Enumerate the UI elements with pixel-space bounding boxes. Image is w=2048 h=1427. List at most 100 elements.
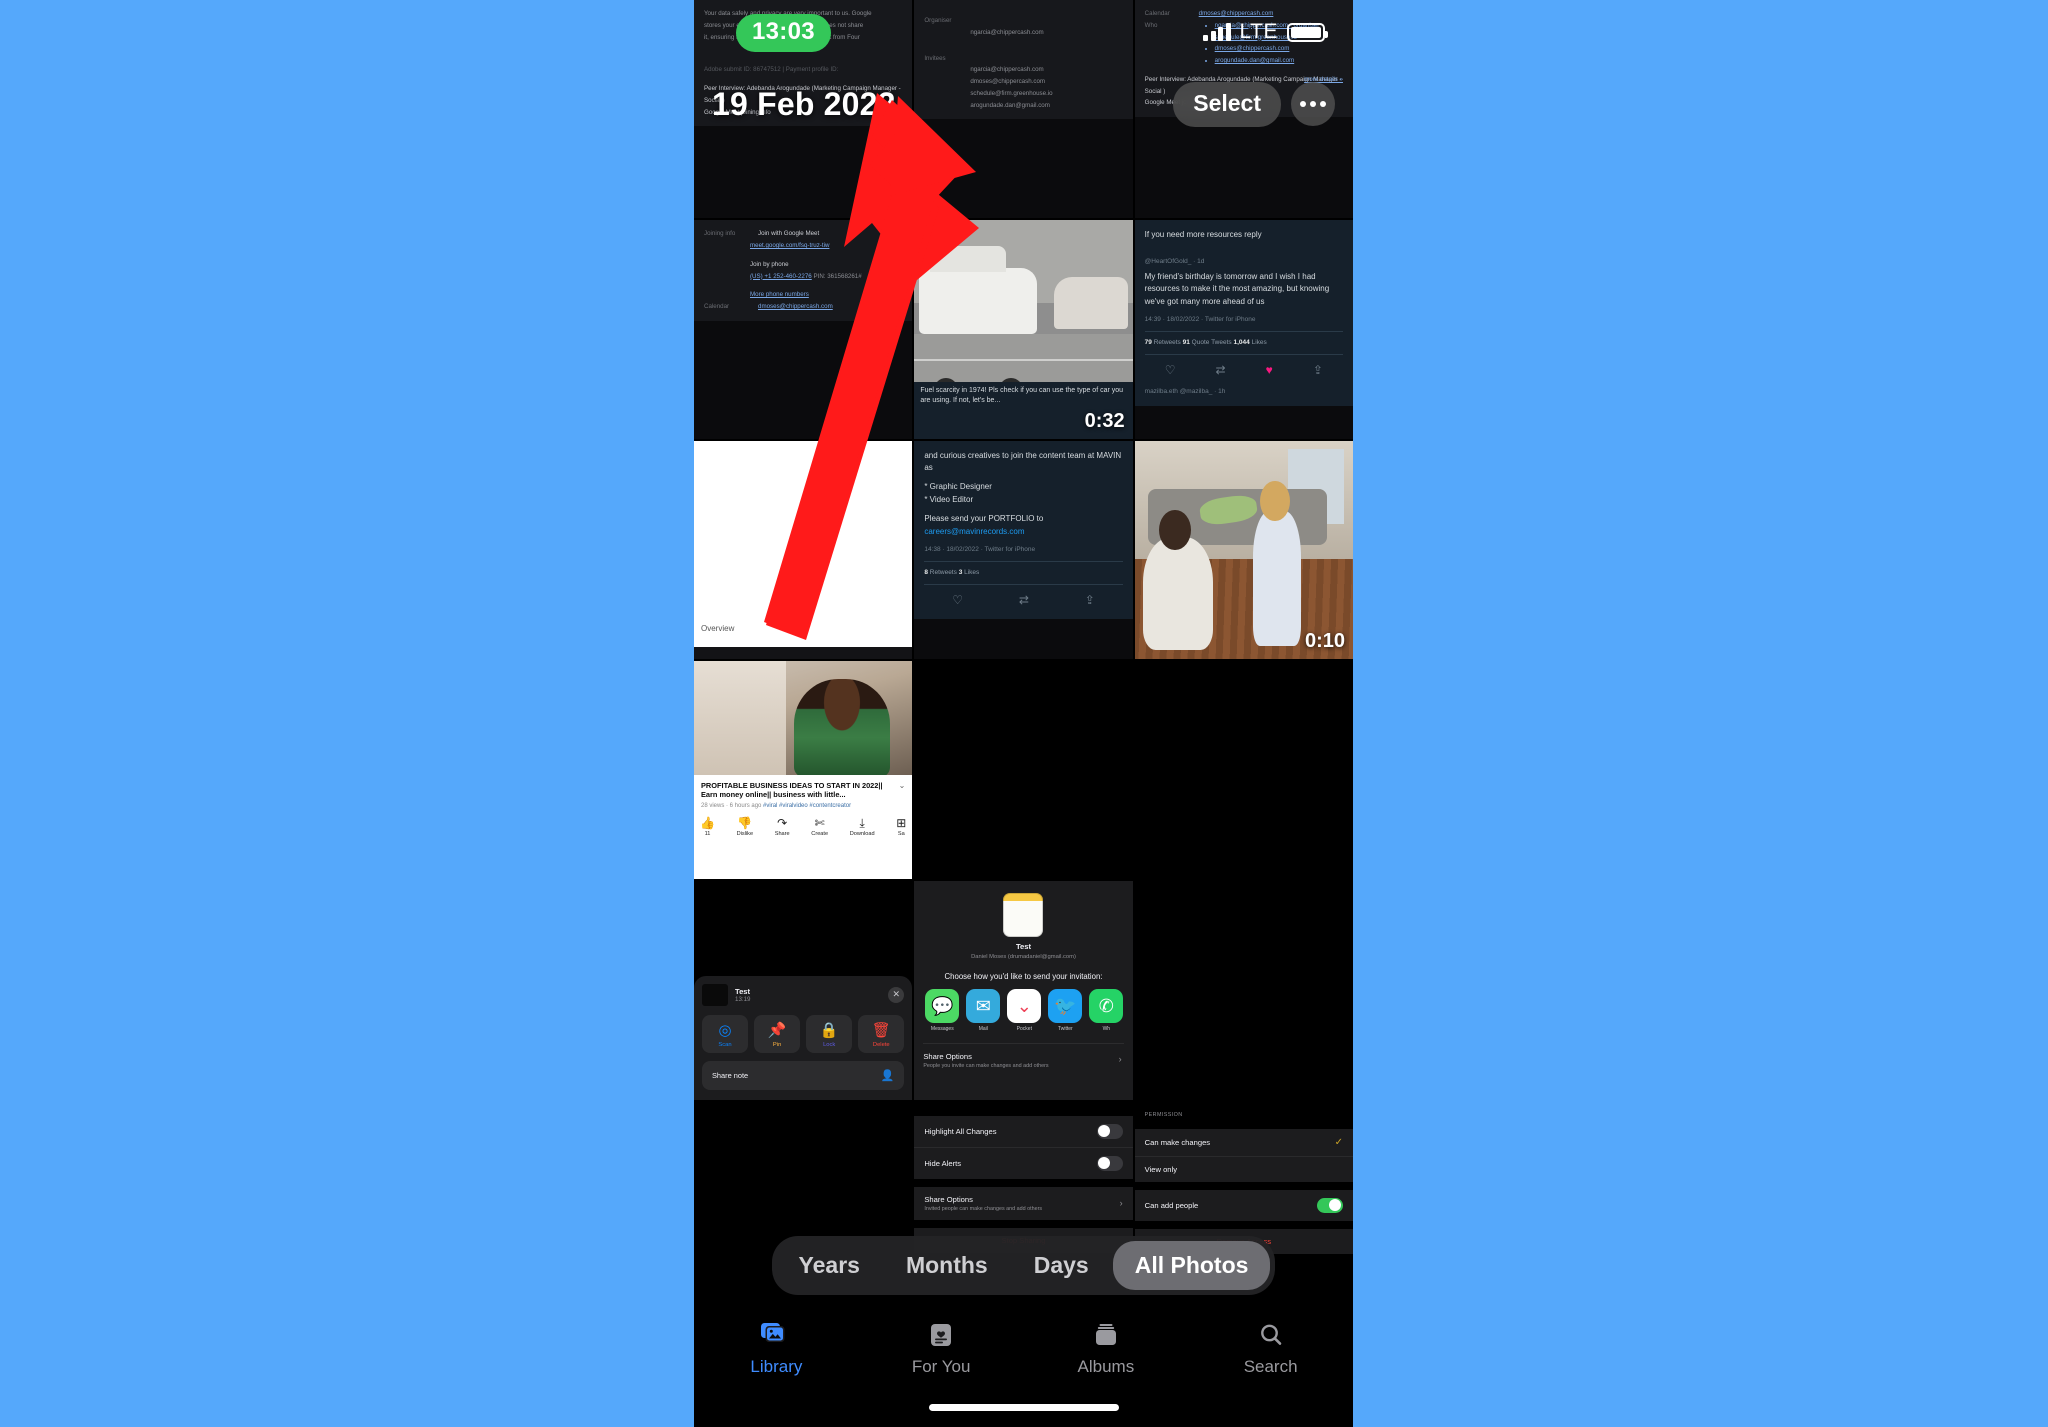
photo-tile[interactable]: Test 13:19 ✕ ◎ Scan 📌 Pin 🔒 Lock 🗑 Delete: [694, 881, 913, 1100]
share-note-row[interactable]: Share note 👤: [702, 1060, 905, 1090]
note-time: 13:19: [735, 995, 751, 1003]
video-meta: 28 views · 6 hours ago: [701, 803, 762, 810]
pin-action[interactable]: 📌 Pin: [754, 1014, 801, 1053]
photo-tile-video[interactable]: 0:10: [1134, 440, 1353, 659]
checkmark-icon: ✓: [1334, 1136, 1343, 1148]
share-target-whatsapp[interactable]: ✆ Wh: [1089, 989, 1124, 1032]
messages-icon: 💬: [925, 989, 960, 1024]
share-target-pocket[interactable]: ⌄ Pocket: [1007, 989, 1042, 1033]
tile-text: Google Meet joining info: [704, 108, 771, 116]
photo-tile[interactable]: If you need more resources reply @HeartO…: [1134, 220, 1353, 439]
share-options-row[interactable]: Share Options People you invite can make…: [923, 1043, 1124, 1069]
segment-days[interactable]: Days: [1012, 1241, 1111, 1290]
share-target-mail[interactable]: ✉ Mail: [966, 989, 1001, 1033]
app-label: Mail: [978, 1026, 988, 1033]
permission-row[interactable]: View only: [1135, 1157, 1353, 1182]
share-target-messages[interactable]: 💬 Messages: [925, 989, 960, 1032]
note-title: Test: [1015, 942, 1032, 952]
action-label: Delete: [872, 1041, 890, 1048]
tile-text: PIN: 361568261#: [813, 272, 862, 280]
photo-tile[interactable]: ⌄ PROFITABLE BUSINESS IDEAS TO START IN …: [694, 660, 913, 880]
photo-tile-empty[interactable]: [1134, 660, 1353, 880]
tile-text: it, ensuring that your events are find i…: [704, 33, 860, 41]
retweet-icon: ⇄: [1018, 593, 1029, 608]
setting-row[interactable]: Hide Alerts: [914, 1148, 1132, 1179]
create-icon: ✄: [814, 816, 825, 831]
tile-text: 14:38 · 18/02/2022 · Twitter for iPhone: [924, 546, 1036, 553]
dislike-button[interactable]: 👎 Dislike: [737, 817, 753, 837]
scan-action[interactable]: ◎ Scan: [702, 1014, 749, 1053]
tile-text: and curious creatives to join the conten…: [924, 450, 1122, 473]
select-button[interactable]: Select: [1173, 81, 1281, 127]
tab-for-you[interactable]: For You: [859, 1321, 1024, 1377]
toggle-switch[interactable]: [1096, 1155, 1123, 1171]
photo-tile[interactable]: Test Daniel Moses (drumadaniel@gmail.com…: [914, 881, 1133, 1100]
ellipsis-icon[interactable]: [1291, 82, 1335, 126]
stat-label: Quote Tweets: [1191, 339, 1232, 347]
albums-stack-icon: [1092, 1321, 1120, 1349]
tab-label: Search: [1243, 1357, 1298, 1376]
share-target-twitter[interactable]: 🐦 Twitter: [1048, 989, 1083, 1032]
tile-text: stores your event information securely a…: [704, 21, 864, 29]
share-icon: ⇪: [1084, 593, 1095, 608]
photo-tile[interactable]: Overview: [694, 440, 913, 659]
video-thumbnail: [694, 660, 913, 775]
timeline-scope-control[interactable]: Years Months Days All Photos: [694, 1236, 1353, 1295]
tab-search[interactable]: Search: [1188, 1321, 1353, 1377]
save-button[interactable]: ⊞ Sa: [896, 817, 906, 837]
stat-value: 1,044: [1233, 339, 1250, 347]
lock-icon: 🔒: [819, 1021, 839, 1039]
tab-label: Library: [750, 1357, 803, 1376]
row-label: Share note: [712, 1070, 749, 1080]
photo-tile[interactable]: Organiser ngarcia@chippercash.com Invite…: [914, 0, 1133, 219]
create-button[interactable]: ✄ Create: [811, 817, 828, 837]
toggle-switch[interactable]: [1096, 1123, 1123, 1139]
delete-action[interactable]: 🗑 Delete: [858, 1014, 905, 1053]
stat-value: 8: [924, 569, 928, 577]
row-label: Can make changes: [1144, 1137, 1211, 1147]
download-button[interactable]: ⤓ Download: [850, 817, 875, 837]
lock-action[interactable]: 🔒 Lock: [806, 1014, 853, 1053]
action-label: Share: [774, 831, 790, 838]
segment-months[interactable]: Months: [884, 1241, 1010, 1290]
tile-text: arogundade.dan@gmail.com: [970, 101, 1050, 109]
tile-text: Who: [1144, 21, 1158, 29]
photo-tile-video[interactable]: Fuel scarcity in 1974! Pls check if you …: [914, 220, 1133, 439]
app-label: Pocket: [1016, 1026, 1032, 1033]
tab-albums[interactable]: Albums: [1024, 1321, 1189, 1377]
row-label: Share Options: [924, 1194, 973, 1204]
action-label: Dislike: [736, 831, 754, 838]
tile-text: 14:39 · 18/02/2022 · Twitter for iPhone: [1144, 315, 1256, 323]
tile-link: More phone numbers: [750, 291, 809, 299]
photo-tile-empty[interactable]: [914, 660, 1133, 880]
tile-text: * Video Editor: [924, 494, 974, 504]
chevron-right-icon: ›: [1118, 1054, 1122, 1065]
photo-tile[interactable]: and curious creatives to join the conten…: [914, 440, 1133, 659]
close-icon[interactable]: ✕: [888, 986, 905, 1003]
stat-value: 3: [958, 569, 963, 577]
action-label: Lock: [823, 1041, 836, 1048]
toggle-switch[interactable]: [1316, 1197, 1343, 1213]
tile-link: dmoses@chippercash.com: [758, 303, 833, 311]
can-add-people-row[interactable]: Can add people: [1135, 1190, 1353, 1221]
action-label: Scan: [718, 1041, 732, 1048]
stat-label: Retweets: [929, 569, 957, 577]
segment-years[interactable]: Years: [777, 1241, 882, 1290]
photo-tile[interactable]: Joining info Join with Google Meet meet.g…: [694, 220, 913, 439]
share-button[interactable]: ↷ Share: [775, 817, 790, 837]
permission-row[interactable]: Can make changes ✓: [1134, 1129, 1353, 1157]
photo-grid[interactable]: Your data safely and privacy are very im…: [694, 0, 1353, 1427]
home-indicator: [928, 1404, 1119, 1411]
note-thumbnail: [702, 983, 728, 1006]
twitter-icon: 🐦: [1048, 989, 1083, 1024]
tile-text: Your data safely and privacy are very im…: [704, 10, 872, 17]
tab-library[interactable]: Library: [694, 1321, 859, 1377]
share-options-row[interactable]: Share Options Invited people can make ch…: [914, 1187, 1132, 1220]
like-button[interactable]: 👍 11: [700, 817, 715, 837]
setting-row[interactable]: Highlight All Changes: [914, 1116, 1133, 1148]
whatsapp-icon: ✆: [1089, 989, 1124, 1024]
photo-tile[interactable]: Your data safely and privacy are very im…: [694, 0, 913, 219]
segment-all-photos[interactable]: All Photos: [1112, 1241, 1271, 1290]
photo-tile-empty[interactable]: [1134, 881, 1353, 1100]
tile-link: careers@mavinrecords.com: [924, 526, 1025, 536]
